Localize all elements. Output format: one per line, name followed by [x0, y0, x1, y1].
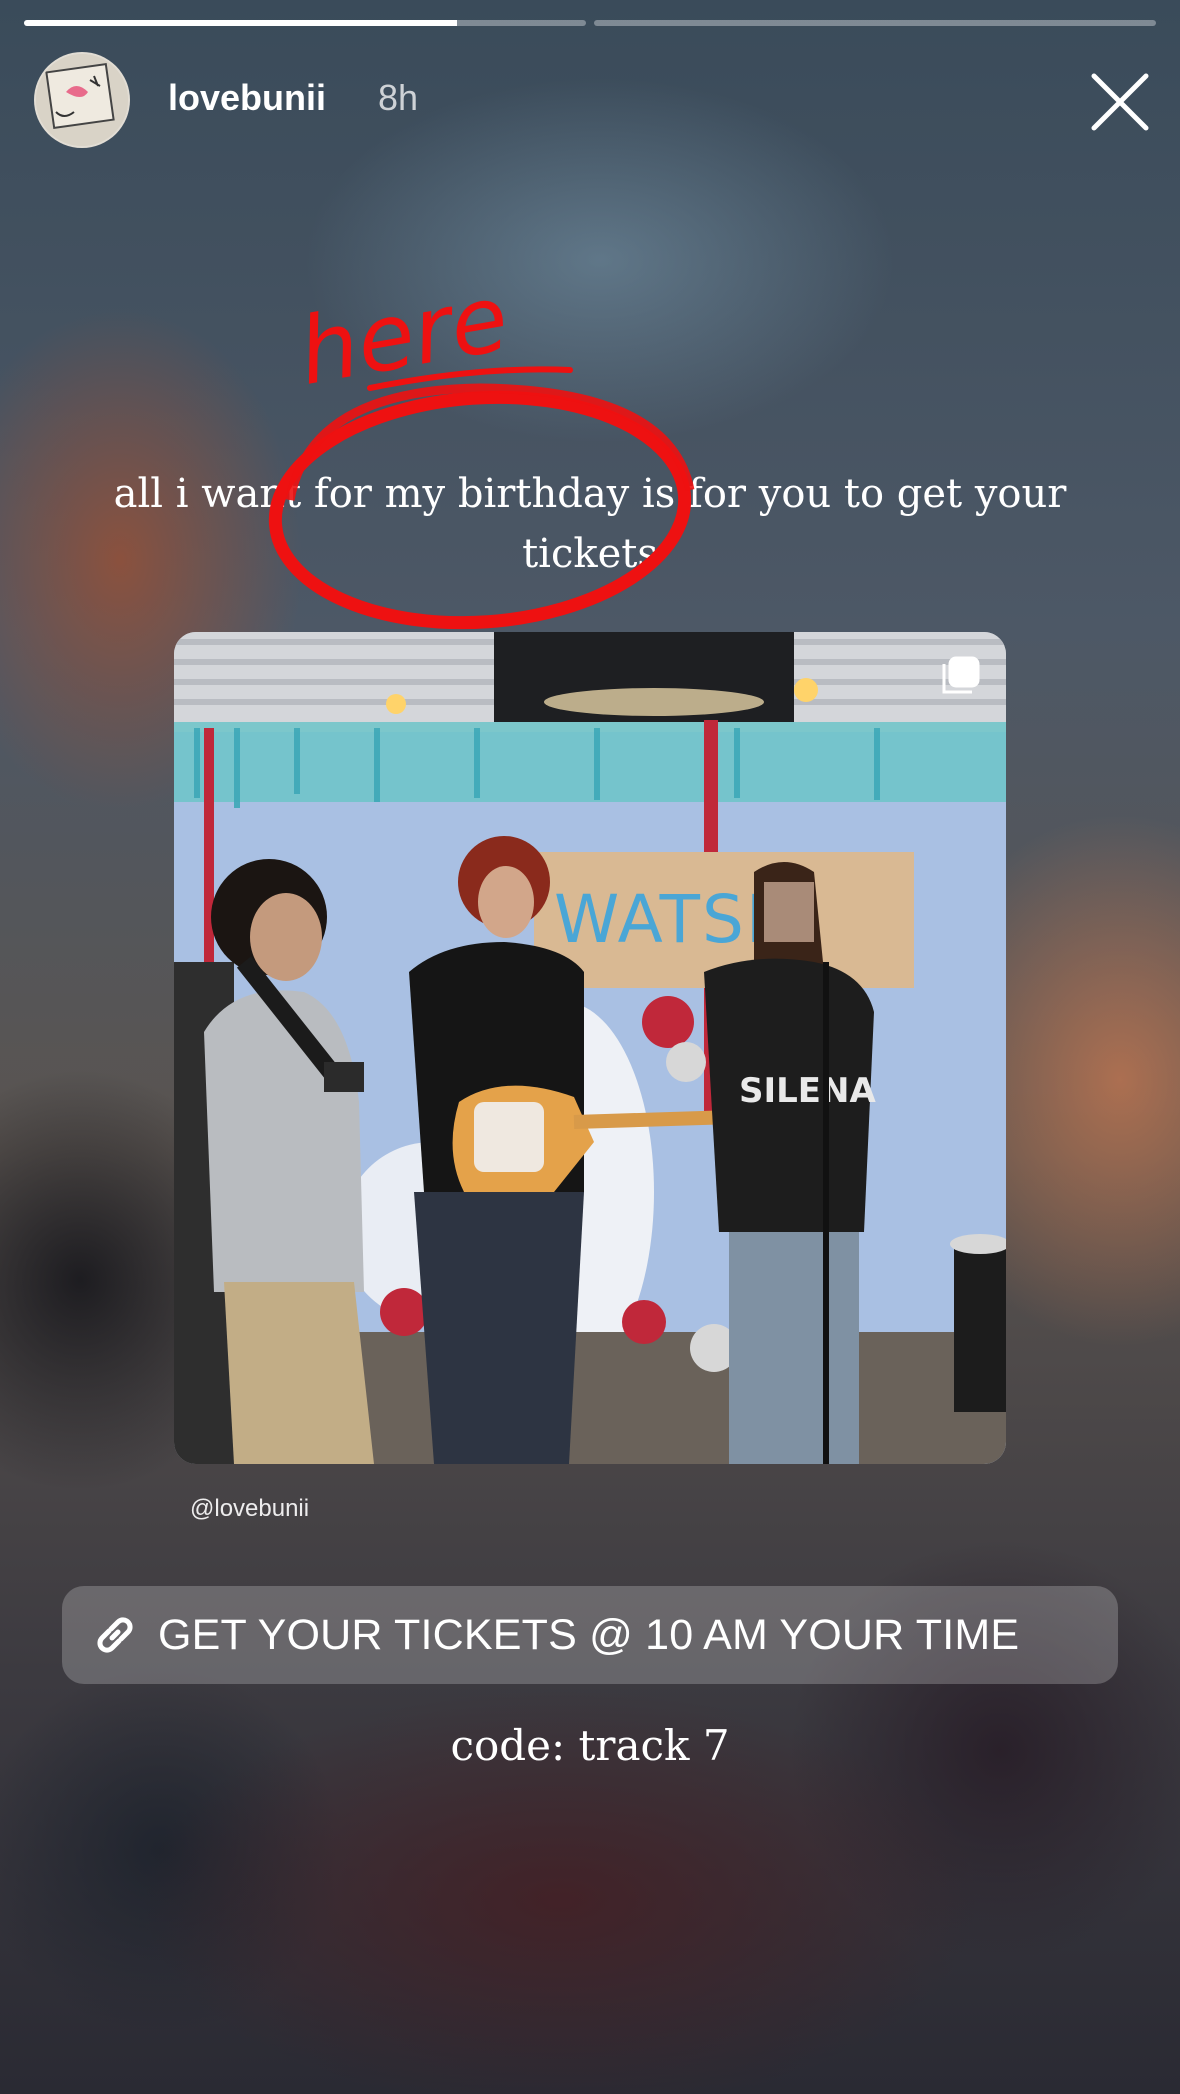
post-time: 8h [378, 77, 419, 118]
here-annotation: here [268, 270, 695, 630]
link-icon [97, 1617, 133, 1653]
close-icon[interactable] [1084, 66, 1156, 138]
avatar[interactable] [34, 52, 130, 148]
shirt-text: SILENA [739, 1071, 876, 1111]
username[interactable]: lovebunii [168, 76, 326, 120]
instagram-post-icon [942, 656, 982, 696]
progress-fill [24, 20, 457, 26]
avatar-image [36, 54, 128, 146]
mention-handle[interactable]: @lovebunii [190, 1494, 309, 1524]
link-sticker-button[interactable]: GET YOUR TICKETS @ 10 AM YOUR TIME [62, 1586, 1118, 1684]
story-progress-segment-2 [594, 20, 1156, 26]
link-sticker-label: GET YOUR TICKETS @ 10 AM YOUR TIME [158, 1610, 1020, 1659]
story-progress-segment-1 [24, 20, 586, 26]
shared-post-photo[interactable]: WATSN SILENA [174, 632, 1006, 1464]
ticket-code-text: code: track 7 [450, 1721, 730, 1770]
